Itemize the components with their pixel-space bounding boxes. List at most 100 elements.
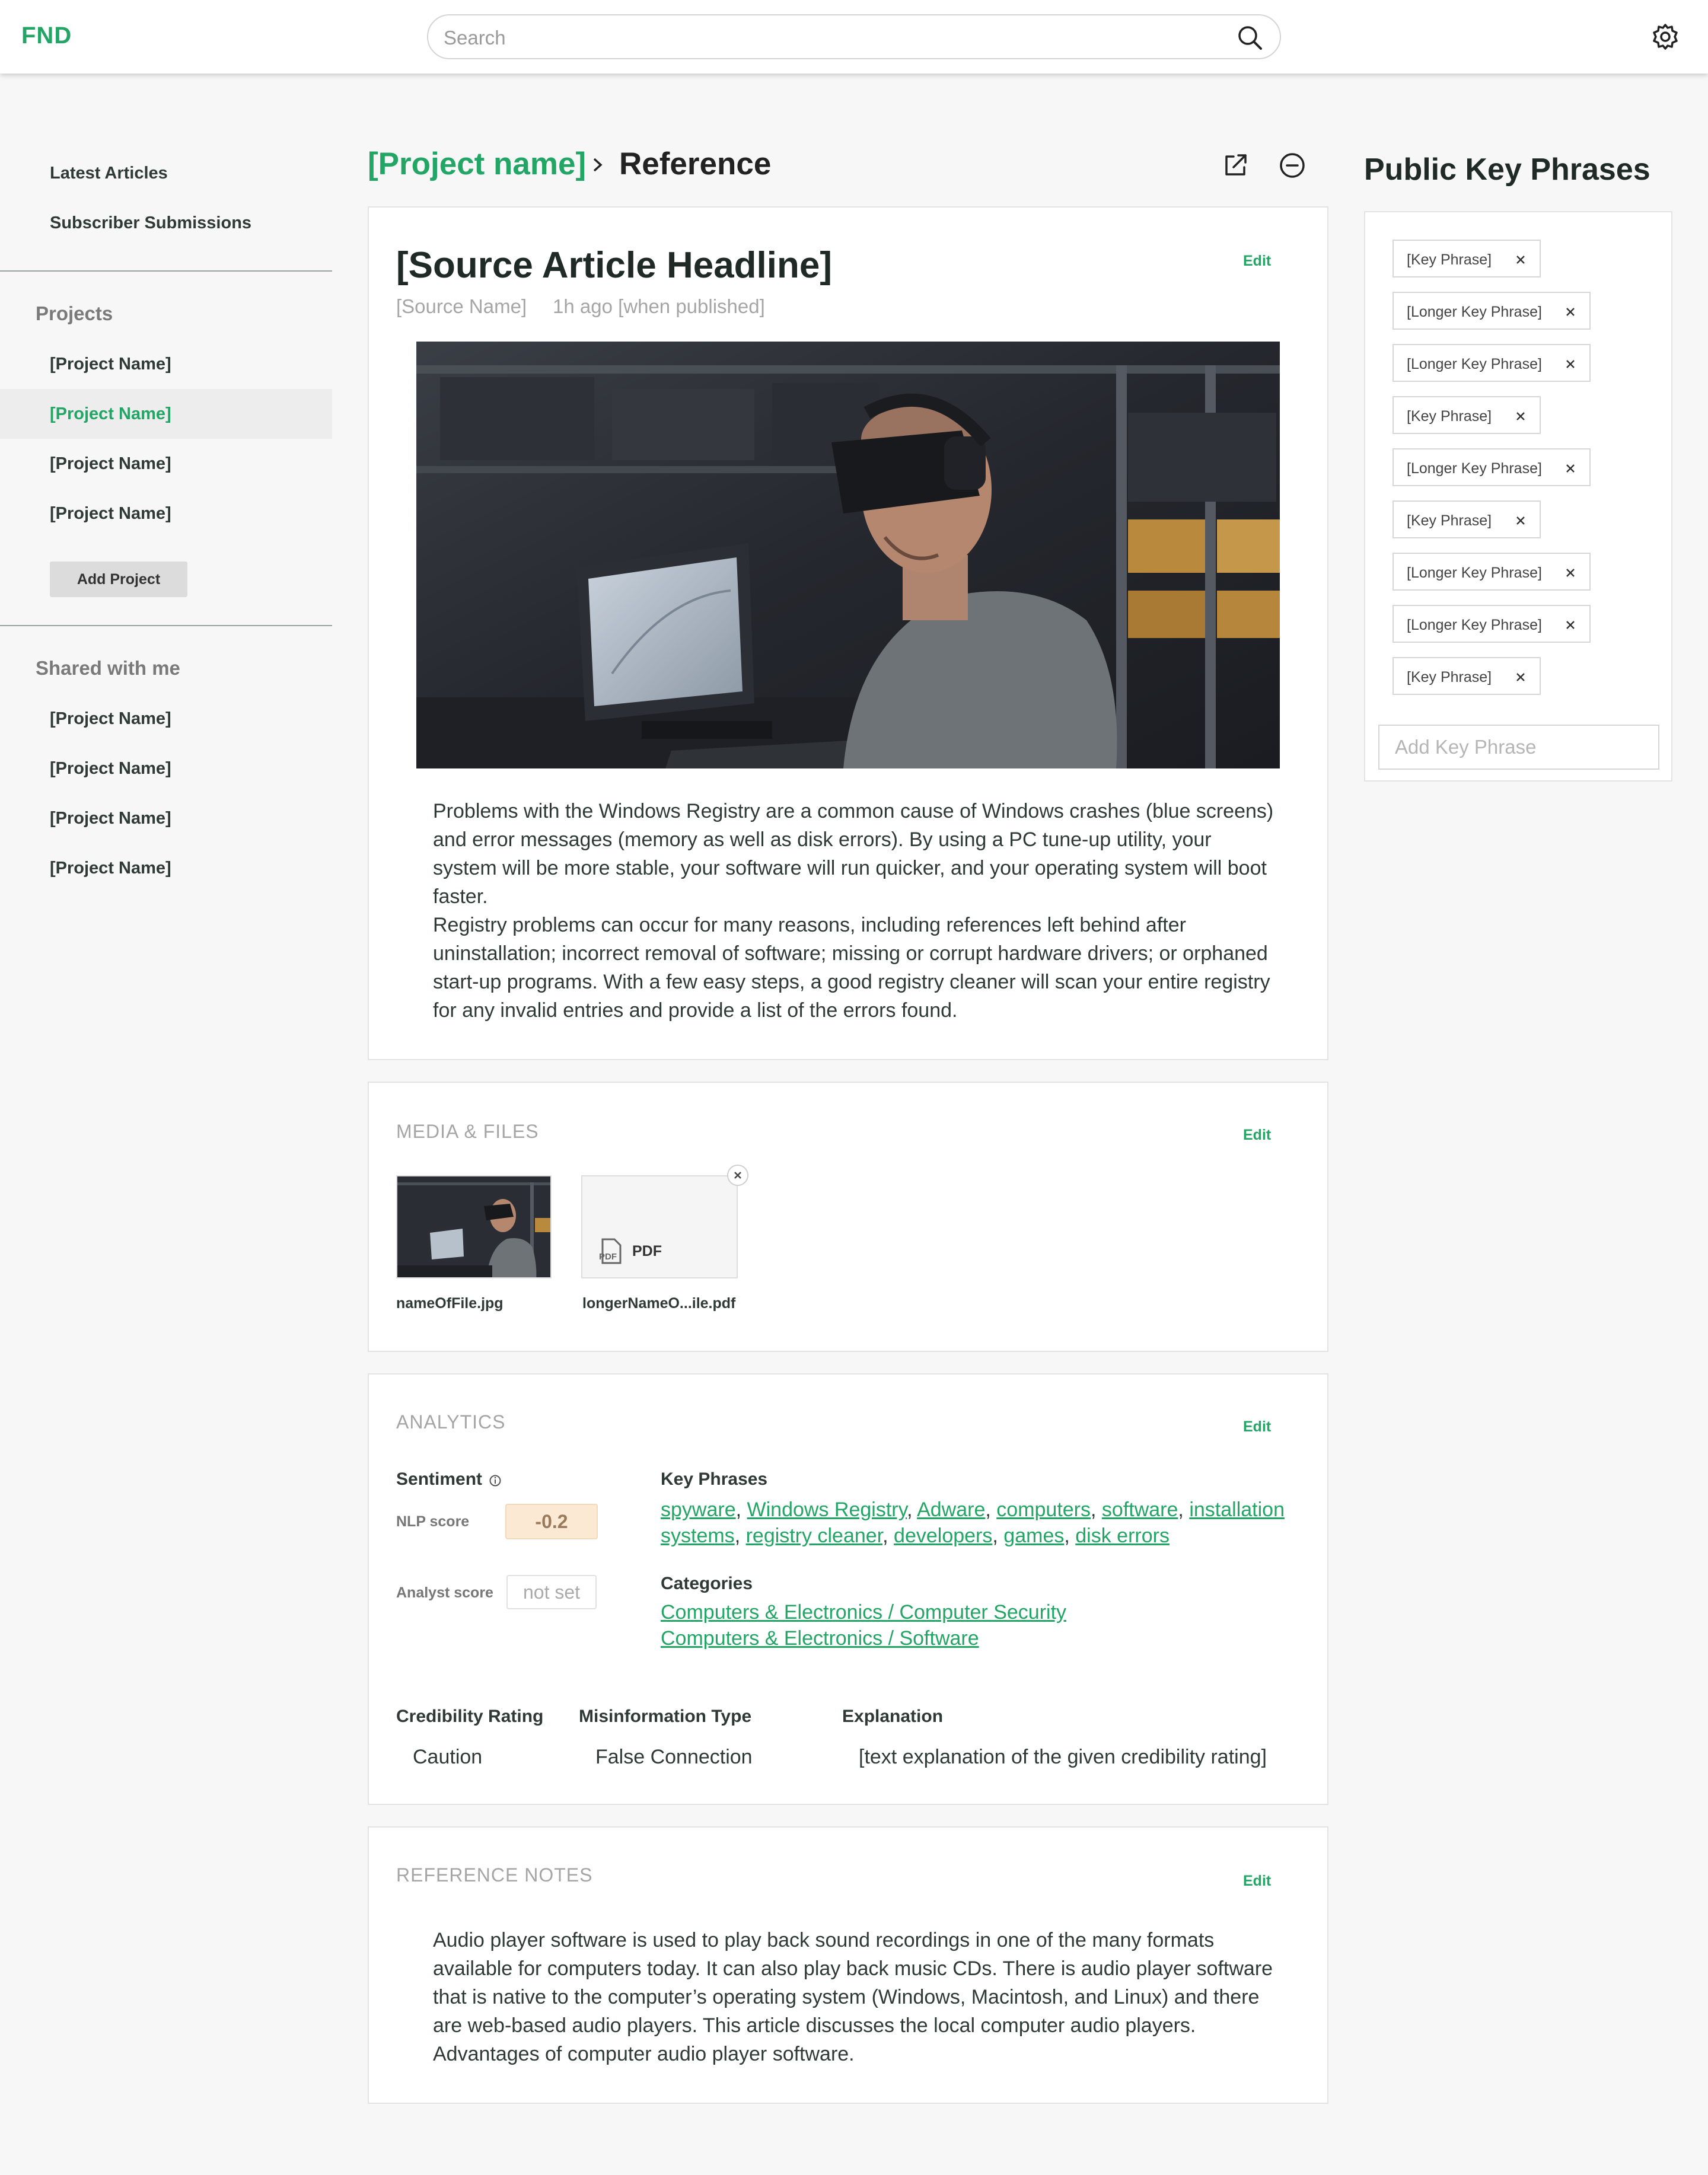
key-phrase-chip: [Key Phrase]: [1392, 396, 1541, 434]
remove-file-button[interactable]: [727, 1165, 748, 1186]
notes-edit-button[interactable]: Edit: [1243, 1873, 1271, 1890]
minus-circle-icon[interactable]: [1279, 152, 1306, 179]
app-logo[interactable]: FND: [21, 23, 72, 49]
chip-label: [Longer Key Phrase]: [1407, 356, 1542, 372]
latest-articles-link[interactable]: Latest Articles: [50, 164, 168, 183]
close-icon[interactable]: [1513, 253, 1528, 267]
key-phrase-link[interactable]: developers: [894, 1525, 992, 1547]
external-link-icon[interactable]: [1222, 152, 1249, 179]
category-link[interactable]: Computers & Electronics / Computer Secur…: [661, 1601, 1066, 1624]
key-phrase-chip: [Longer Key Phrase]: [1392, 344, 1591, 382]
search-icon[interactable]: [1236, 24, 1264, 52]
analytics-edit-button[interactable]: Edit: [1243, 1418, 1271, 1436]
breadcrumb: [Project name]: [368, 146, 586, 182]
published-time: 1h ago [when published]: [553, 295, 765, 317]
nlp-score-value: -0.2: [505, 1504, 598, 1539]
key-phrase-link[interactable]: disk errors: [1075, 1525, 1170, 1547]
key-phrase-chip: [Key Phrase]: [1392, 500, 1541, 538]
misinformation-type-value: False Connection: [595, 1746, 753, 1768]
analyst-score-field[interactable]: not set: [506, 1575, 597, 1609]
category-link[interactable]: Computers & Electronics / Software: [661, 1627, 979, 1650]
article-edit-button[interactable]: Edit: [1243, 253, 1271, 270]
sidebar-project-item-active[interactable]: [Project Name]: [0, 389, 332, 439]
project-label: [Project Name]: [50, 709, 171, 728]
key-phrase-link[interactable]: software: [1102, 1498, 1178, 1521]
chip-label: [Key Phrase]: [1407, 669, 1492, 685]
article-paragraph: Registry problems can occur for many rea…: [433, 914, 1270, 1022]
close-icon: [734, 1172, 741, 1179]
sidebar-project-item[interactable]: [Project Name]: [0, 489, 332, 538]
sidebar-divider: [0, 270, 332, 272]
sentiment-label: Sentiment: [396, 1469, 483, 1489]
media-section-title: MEDIA & FILES: [396, 1121, 539, 1142]
key-phrase-link[interactable]: Windows Registry: [747, 1498, 907, 1521]
key-phrase-link[interactable]: spyware: [661, 1498, 736, 1521]
add-key-phrase-input[interactable]: [1378, 725, 1659, 770]
close-icon[interactable]: [1563, 461, 1578, 476]
project-label: [Project Name]: [50, 355, 171, 374]
projects-heading: Projects: [36, 302, 113, 324]
key-phrase-chip: [Longer Key Phrase]: [1392, 448, 1591, 486]
sidebar-shared-item[interactable]: [Project Name]: [0, 843, 332, 893]
page-title: Reference: [619, 146, 772, 181]
project-label: [Project Name]: [50, 504, 171, 523]
sidebar-project-item[interactable]: [Project Name]: [0, 439, 332, 489]
media-files-card: MEDIA & FILES Edit nameOfFile.jpg PDF PD…: [368, 1082, 1328, 1352]
media-edit-button[interactable]: Edit: [1243, 1127, 1271, 1144]
chevron-right-icon: [593, 158, 603, 172]
subscriber-submissions-link[interactable]: Subscriber Submissions: [50, 213, 251, 233]
close-icon[interactable]: [1513, 670, 1528, 684]
sidebar-shared-item[interactable]: [Project Name]: [0, 793, 332, 843]
add-project-button[interactable]: Add Project: [50, 562, 187, 597]
svg-text:PDF: PDF: [599, 1252, 617, 1262]
nlp-score-label: NLP score: [396, 1513, 470, 1530]
pdf-file-tile[interactable]: PDF PDF: [581, 1175, 738, 1278]
key-phrase-link[interactable]: computers: [996, 1498, 1091, 1521]
close-icon[interactable]: [1563, 618, 1578, 632]
search-bar[interactable]: [427, 14, 1281, 59]
image-file-thumbnail[interactable]: [396, 1175, 552, 1278]
shared-heading: Shared with me: [36, 657, 180, 679]
key-phrase-chip: [Longer Key Phrase]: [1392, 605, 1591, 643]
key-phrase-link[interactable]: Adware: [917, 1498, 985, 1521]
project-label: [Project Name]: [50, 859, 171, 878]
close-icon[interactable]: [1513, 514, 1528, 528]
notes-text: Audio player software is used to play ba…: [433, 1929, 1273, 2065]
project-label: [Project Name]: [50, 809, 171, 828]
close-icon[interactable]: [1563, 305, 1578, 319]
key-phrases-label: Key Phrases: [661, 1469, 768, 1489]
breadcrumb-project-link[interactable]: [Project name]: [368, 146, 586, 181]
explanation-label: Explanation: [842, 1707, 944, 1726]
key-phrase-link[interactable]: games: [1003, 1525, 1064, 1547]
project-label: [Project Name]: [50, 759, 171, 778]
analytics-card: ANALYTICS Edit Sentiment NLP score -0.2 …: [368, 1373, 1328, 1805]
key-phrase-link[interactable]: registry cleaner: [746, 1525, 883, 1547]
sidebar-shared-item[interactable]: [Project Name]: [0, 694, 332, 744]
close-icon[interactable]: [1513, 409, 1528, 423]
article-card: [Source Article Headline] Edit [Source N…: [368, 206, 1328, 1060]
gear-icon[interactable]: [1651, 23, 1680, 51]
key-phrase-chip: [Key Phrase]: [1392, 240, 1541, 278]
file-name: longerNameO...ile.pdf: [582, 1295, 736, 1312]
key-phrase-chip: [Longer Key Phrase]: [1392, 292, 1591, 330]
reference-notes-card: REFERENCE NOTES Edit Audio player softwa…: [368, 1826, 1328, 2104]
key-phrase-chip: [Key Phrase]: [1392, 657, 1541, 695]
close-icon[interactable]: [1563, 357, 1578, 371]
chip-label: [Longer Key Phrase]: [1407, 617, 1542, 633]
source-name: [Source Name]: [396, 295, 527, 317]
sidebar-shared-item[interactable]: [Project Name]: [0, 744, 332, 793]
chip-label: [Longer Key Phrase]: [1407, 304, 1542, 320]
top-bar: FND: [0, 0, 1708, 74]
article-headline: [Source Article Headline]: [396, 245, 833, 286]
chip-label: [Longer Key Phrase]: [1407, 565, 1542, 581]
article-hero-image: [416, 342, 1280, 768]
sidebar-divider: [0, 625, 332, 626]
chip-label: [Key Phrase]: [1407, 408, 1492, 425]
categories-label: Categories: [661, 1574, 753, 1593]
info-icon[interactable]: [489, 1474, 502, 1487]
analyst-score-label: Analyst score: [396, 1584, 493, 1601]
misinformation-type-label: Misinformation Type: [579, 1707, 752, 1726]
sidebar-project-item[interactable]: [Project Name]: [0, 339, 332, 389]
search-input[interactable]: [444, 26, 1215, 50]
close-icon[interactable]: [1563, 566, 1578, 580]
